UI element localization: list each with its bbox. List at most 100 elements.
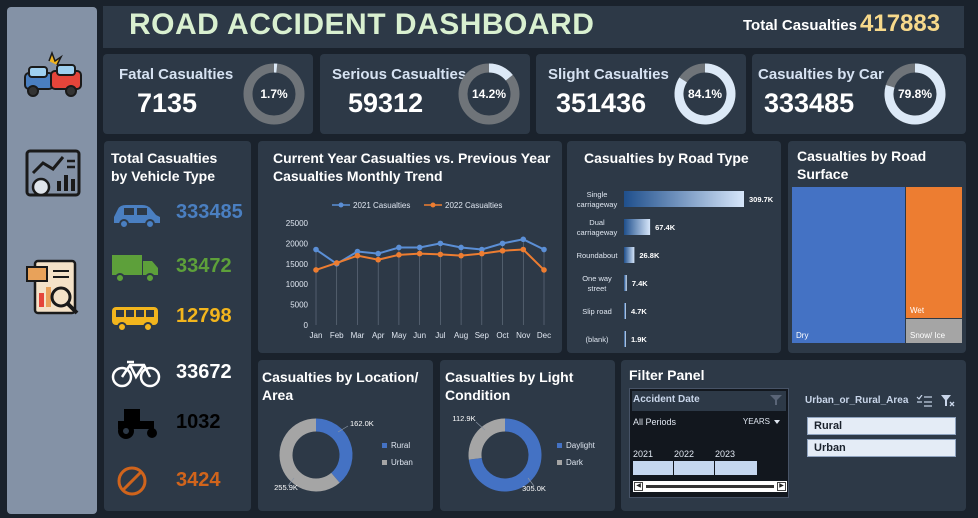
kpi-donut: 1.7% — [243, 63, 305, 125]
sidebar — [7, 7, 97, 514]
treemap-label: Snow/ Ice — [910, 331, 946, 340]
vehicle-row-tractor[interactable]: 1032 — [110, 403, 250, 443]
bus-icon — [112, 307, 158, 332]
x-tick-label: Apr — [372, 331, 385, 340]
data-point — [354, 252, 361, 259]
report-search-icon[interactable] — [21, 257, 85, 321]
data-label: 7.4K — [632, 279, 648, 288]
road-surface-treemap: Dry Wet Snow/ Ice — [792, 187, 962, 343]
vehicle-row-bus[interactable]: 12798 — [110, 297, 250, 337]
kpi-card-car[interactable]: Casualties by Car 333485 79.8% — [752, 54, 966, 134]
monthly-trend-panel[interactable]: Current Year Casualties vs. Previous Yea… — [258, 141, 562, 353]
truck-icon — [112, 255, 158, 283]
data-point — [520, 236, 527, 243]
legend-label: 2022 Casualties — [445, 201, 502, 210]
road-type-panel[interactable]: Casualties by Road Type Single carriagewa… — [567, 141, 781, 353]
legend-marker — [338, 202, 344, 208]
year-label[interactable]: 2023 — [715, 449, 735, 459]
kpi-label: Fatal Casualties — [119, 66, 234, 83]
road-surface-panel[interactable]: Casualties by Road Surface Dry Wet Snow/ I… — [788, 141, 966, 353]
year-label[interactable]: 2022 — [674, 449, 694, 459]
legend-swatch — [557, 443, 562, 448]
accident-date-slicer[interactable]: Accident Date All Periods YEARS 2021 202… — [629, 388, 789, 498]
x-tick-label: Mar — [351, 331, 365, 340]
clear-filter-icon[interactable] — [941, 395, 955, 407]
scroll-thumb[interactable] — [646, 485, 774, 488]
data-point — [375, 256, 381, 263]
category-label: Single — [587, 190, 608, 199]
year-label[interactable]: 2021 — [633, 449, 653, 459]
road-bar — [624, 219, 651, 235]
donut-slice — [315, 418, 353, 483]
x-tick-label: Nov — [516, 331, 530, 340]
total-casualties-value: 417883 — [860, 10, 941, 37]
y-tick-label: 15000 — [286, 260, 309, 269]
vehicle-type-panel: Total Casualties by Vehicle Type 333485 … — [104, 141, 251, 511]
category-label: Roundabout — [577, 251, 619, 260]
road-type-chart: Singlecarriageway309.7KDualcarriageway67… — [577, 190, 774, 347]
legend-label: Rural — [391, 441, 410, 450]
chevron-down-icon[interactable] — [774, 420, 780, 424]
treemap-cell — [906, 187, 962, 318]
category-label: Slip road — [582, 307, 612, 316]
category-label: carriageway — [577, 228, 618, 237]
kpi-donut-pct: 14.2% — [472, 87, 506, 101]
x-tick-label: Sep — [475, 331, 490, 340]
y-tick-label: 5000 — [290, 301, 308, 310]
kpi-card-slight[interactable]: Slight Casualties 351436 84.1% — [536, 54, 746, 134]
location-donut: 162.0K 255.9K Rural Urban — [274, 418, 413, 492]
data-point — [541, 246, 547, 253]
multi-select-icon[interactable] — [916, 395, 932, 407]
legend-label: Dark — [566, 458, 584, 467]
vehicle-row-bicycle[interactable]: 33672 — [110, 353, 250, 393]
legend-label: Urban — [391, 458, 413, 467]
y-tick-label: 20000 — [286, 239, 309, 248]
vehicle-row-truck[interactable]: 33472 — [110, 247, 250, 287]
x-tick-label: Dec — [537, 331, 551, 340]
kpi-label: Slight Casualties — [548, 66, 669, 83]
clear-filter-icon[interactable] — [770, 395, 782, 405]
x-tick-label: Feb — [330, 331, 344, 340]
timeline-scrollbar[interactable]: ◀ ▶ — [633, 481, 787, 492]
y-tick-label: 10000 — [286, 280, 309, 289]
area-option-urban[interactable]: Urban — [807, 439, 956, 457]
timeline-bar[interactable] — [633, 461, 757, 475]
car-crash-icon[interactable] — [21, 47, 85, 111]
area-option-rural[interactable]: Rural — [807, 417, 956, 435]
scroll-right-icon[interactable]: ▶ — [777, 482, 786, 491]
vehicle-value: 1032 — [176, 411, 221, 433]
y-tick-label: 0 — [304, 321, 309, 330]
location-panel[interactable]: Casualties by Location/ Area 162.0K 255.9… — [258, 360, 433, 511]
date-level-dropdown[interactable]: YEARS — [743, 417, 770, 426]
kpi-card-fatal[interactable]: Fatal Casualties 7135 1.7% — [103, 54, 313, 134]
dashboard-analytics-icon[interactable] — [21, 145, 85, 209]
category-label: (blank) — [586, 335, 609, 344]
road-type-title: Casualties by Road Type — [584, 150, 749, 166]
data-point — [499, 240, 506, 247]
data-point — [396, 252, 402, 258]
data-point — [333, 260, 340, 266]
light-condition-panel[interactable]: Casualties by Light Condition 305.0K 112.… — [440, 360, 615, 511]
x-tick-label: May — [391, 331, 406, 340]
scroll-left-icon[interactable]: ◀ — [634, 482, 643, 491]
data-point — [520, 246, 527, 253]
bicycle-icon — [111, 360, 161, 388]
kpi-value: 7135 — [137, 88, 198, 118]
data-point — [396, 244, 402, 251]
kpi-card-serious[interactable]: Serious Casualties 59312 14.2% — [320, 54, 530, 134]
kpi-label: Serious Casualties — [332, 66, 467, 83]
road-bar — [624, 303, 626, 319]
data-point — [437, 240, 444, 247]
legend-label: 2021 Casualties — [353, 201, 410, 210]
vehicle-row-other[interactable]: 3424 — [110, 461, 250, 501]
date-slicer-title: Accident Date — [633, 394, 700, 405]
vehicle-row-car[interactable]: 333485 — [110, 193, 250, 233]
data-label: 309.7K — [749, 195, 774, 204]
kpi-value: 351436 — [556, 88, 647, 118]
data-point — [437, 251, 444, 258]
category-label: Dual — [589, 218, 605, 227]
y-tick-label: 25000 — [286, 219, 309, 228]
vehicle-value: 3424 — [176, 469, 221, 491]
legend-swatch — [557, 460, 562, 465]
kpi-donut: 79.8% — [884, 63, 946, 125]
